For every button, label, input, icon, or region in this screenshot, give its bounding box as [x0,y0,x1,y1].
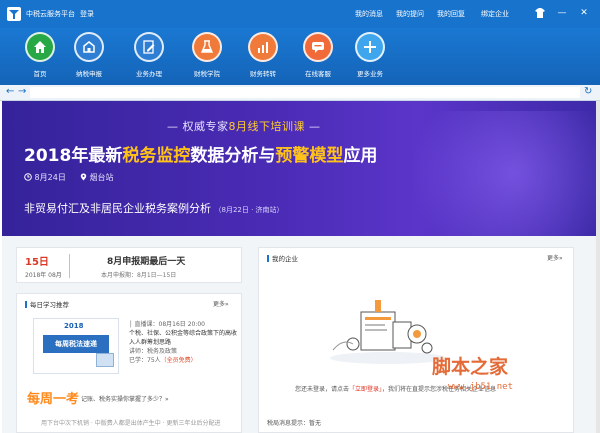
toolbar-label: 在线客服 [305,70,331,78]
chat-icon [312,42,324,53]
panel-title: 每日学习推荐 [25,299,69,309]
my-questions-link[interactable]: 我的提问 [396,9,424,19]
mini-doc-icon [96,353,114,367]
truncated-text: 用下台中次下机销 · 中版费人都是出体产生中 · 更新三年业后分配进 [41,420,221,427]
home-icon [34,41,46,53]
toolbar-label: 业务办理 [136,70,162,78]
deadline-year-month: 2018年 08月 [25,272,62,279]
toolbar-item-service[interactable]: 在线客服 [293,30,343,82]
daily-study-panel: 每日学习推荐 更多» 2018 每周税法速递 │ 直播课：08月16日 20:0… [16,293,242,433]
watermark-url: www.jb51.net [448,382,514,392]
toolbar-label: 纳税申报 [76,70,102,78]
panel-title: 我的企业 [267,253,298,263]
close-button[interactable]: ✕ [578,7,590,19]
banner-tag: — 权威专家8月线下培训课 — [167,120,321,133]
back-arrow-icon[interactable]: ← [6,86,14,97]
clock-icon [24,173,32,181]
deadline-title: 8月申报期最后一天 [107,257,186,267]
school-icon [200,40,214,53]
course-info[interactable]: │ 直播课：08月16日 20:00 个税、社保、公积金等综合政策下的高收入人群… [129,320,237,365]
toolbar-item-finance[interactable]: 财务转转 [238,30,288,82]
refresh-icon[interactable]: ↻ [584,86,592,97]
bind-company-link[interactable]: 绑定企业 [481,9,509,19]
scrollbar[interactable] [596,101,600,433]
file-house-icon [83,41,95,53]
banner-headline: 2018年最新税务监控数据分析与预警模型应用 [24,146,378,166]
edit-icon [143,40,155,54]
my-company-panel: 我的企业 更多» 您还未登录，请点击「立即登录」，我们将在直提示您涉税任务相关企… [258,247,574,433]
toolbar-item-academy[interactable]: 财税学院 [182,30,232,82]
login-link[interactable]: 登录 [80,9,94,19]
promo-banner[interactable]: — 权威专家8月线下培训课 — 2018年最新税务监控数据分析与预警模型应用 8… [2,101,596,236]
forward-arrow-icon[interactable]: → [18,86,26,97]
toolbar-label: 更多业务 [357,70,383,78]
weekly-quiz-brand[interactable]: 每周一考 [27,388,79,407]
watermark-text: 脚本之家 [432,356,509,378]
more-link[interactable]: 更多» [213,299,229,308]
banner-date: 8月24日 [24,172,66,183]
title-bar: 中税云服务平台 登录 我的消息 我的提问 我的回复 绑定企业 — ✕ [0,0,600,28]
main-toolbar: 首页 纳税申报 业务办理 财税学院 财务转转 在线客服 更多业务 [0,28,600,85]
banner-subtitle: 非贸易付汇及非居民企业税务案例分析 （8月22日 · 济南站） [24,202,284,215]
chart-icon [258,42,268,53]
app-logo-icon [7,7,21,21]
toolbar-label: 首页 [33,70,47,78]
my-replies-link[interactable]: 我的回复 [437,9,465,19]
more-link[interactable]: 更多» [547,253,563,262]
address-area [30,87,580,98]
toolbar-item-business[interactable]: 业务办理 [124,30,174,82]
navigation-bar: ← → ↻ [0,85,600,101]
deadline-date: 15日 [25,257,49,268]
deadline-range: 本月申报期：8月1日—15日 [101,272,177,279]
login-now-link[interactable]: 「立即登录」 [349,386,382,393]
divider [69,254,70,278]
toolbar-label: 财务转转 [250,70,276,78]
my-messages-link[interactable]: 我的消息 [355,9,383,19]
app-title: 中税云服务平台 [26,10,75,18]
toolbar-item-more[interactable]: 更多业务 [345,30,395,82]
toolbar-label: 财税学院 [194,70,220,78]
tax-message-status: 税局消息提示：暂无 [267,420,322,427]
minimize-button[interactable]: — [556,7,568,19]
toolbar-item-tax-filing[interactable]: 纳税申报 [64,30,114,82]
weekly-quiz-text[interactable]: 记账、税务实操你掌握了多少？» [81,394,169,403]
shirt-icon[interactable] [534,7,546,19]
banner-glow [382,111,596,236]
location-icon [80,173,87,181]
plus-icon [364,41,376,53]
course-thumbnail[interactable]: 2018 每周税法速递 [33,318,119,374]
deadline-card[interactable]: 15日 2018年 08月 8月申报期最后一天 本月申报期：8月1日—15日 [16,247,242,283]
banner-place: 烟台站 [80,172,114,183]
main-content: 15日 2018年 08月 8月申报期最后一天 本月申报期：8月1日—15日 每… [2,236,596,433]
toolbar-item-home[interactable]: 首页 [15,30,65,82]
